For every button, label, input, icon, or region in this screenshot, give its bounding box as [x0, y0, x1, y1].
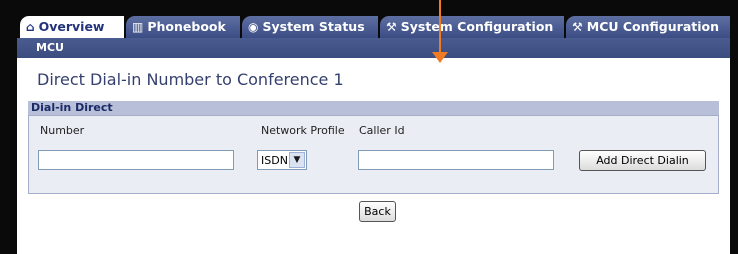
- home-icon: ⌂: [26, 20, 35, 34]
- wrench-icon: ⚒: [572, 20, 583, 34]
- status-icon: ◉: [248, 20, 259, 34]
- dial-in-panel: Number Network Profile Caller Id ISDN ▼ …: [28, 115, 719, 194]
- caller-id-input[interactable]: [358, 150, 554, 170]
- tab-label: Phonebook: [147, 19, 226, 34]
- tab-label: System Configuration: [400, 19, 554, 34]
- tab-system-configuration[interactable]: ⚒ System Configuration: [380, 16, 564, 38]
- main-tab-bar: ⌂ Overview ▥ Phonebook ◉ System Status ⚒ Sys…: [17, 14, 730, 38]
- left-frame: [0, 0, 17, 254]
- tab-phonebook[interactable]: ▥ Phonebook: [126, 16, 240, 38]
- chevron-down-icon[interactable]: ▼: [289, 152, 305, 168]
- wrench-icon: ⚒: [386, 20, 397, 34]
- top-strip: [17, 0, 730, 14]
- section-header: Dial-in Direct: [28, 101, 719, 115]
- network-profile-select[interactable]: ISDN ▼: [257, 150, 307, 170]
- number-label: Number: [40, 124, 85, 137]
- page-title: Direct Dial-in Number to Conference 1: [37, 70, 344, 89]
- number-input[interactable]: [38, 150, 234, 170]
- pointer-arrow-icon: [432, 52, 448, 63]
- phonebook-icon: ▥: [132, 20, 144, 34]
- network-profile-label: Network Profile: [261, 124, 345, 137]
- tab-label: MCU Configuration: [586, 19, 719, 34]
- pointer-arrow-shaft: [439, 0, 441, 56]
- tab-overview[interactable]: ⌂ Overview: [20, 16, 124, 38]
- tab-system-status[interactable]: ◉ System Status: [242, 16, 378, 38]
- tab-label: System Status: [262, 19, 365, 34]
- network-profile-value: ISDN: [261, 154, 288, 167]
- subnav-mcu[interactable]: MCU: [36, 41, 64, 54]
- sub-navigation-bar: MCU: [17, 38, 730, 58]
- tab-mcu-configuration[interactable]: ⚒ MCU Configuration: [566, 16, 730, 38]
- right-frame: [730, 0, 738, 254]
- back-button[interactable]: Back: [359, 201, 396, 222]
- tab-label: Overview: [38, 19, 105, 34]
- add-direct-dialin-button[interactable]: Add Direct Dialin: [579, 150, 706, 171]
- caller-id-label: Caller Id: [359, 124, 405, 137]
